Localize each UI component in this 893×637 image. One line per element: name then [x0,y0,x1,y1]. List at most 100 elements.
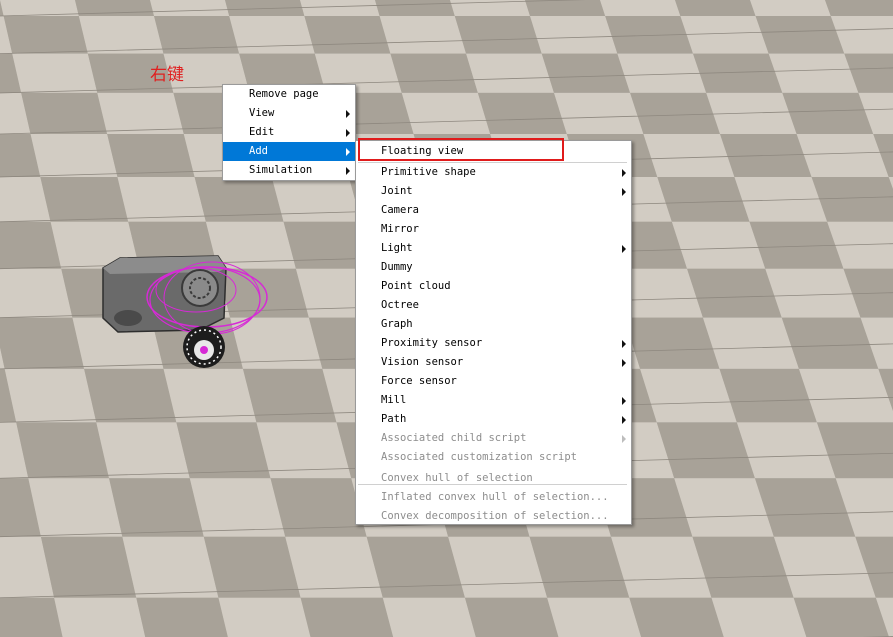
menu-item-simulation[interactable]: Simulation [223,161,355,180]
menu-item-dummy[interactable]: Dummy [356,258,631,277]
floor-tile [117,176,206,222]
floor-tile [304,16,391,54]
floor-tile [401,92,491,135]
right-click-annotation: 右键 [150,65,184,85]
menu-item-convex-hull-of-selection[interactable]: Convex hull of selection [356,469,631,488]
floor-tile [40,536,137,598]
menu-item-camera[interactable]: Camera [356,201,631,220]
menu-item-vision-sensor[interactable]: Vision sensor [356,353,631,372]
menu-item-joint[interactable]: Joint [356,182,631,201]
floor-tile [643,134,735,177]
menu-item-label: Dummy [381,261,413,273]
menu-item-proximity-sensor[interactable]: Proximity sensor [356,334,631,353]
floor-tile [122,536,219,598]
menu-item-view[interactable]: View [223,104,355,123]
floor-tile [189,478,286,537]
menu-item-convex-decomposition-of-selection[interactable]: Convex decomposition of selection... [356,507,631,526]
floor-tile [525,0,606,16]
floor-tile [78,16,164,54]
submenu-arrow-icon [622,435,626,443]
floor-tile [687,268,782,318]
floor-tile [796,134,889,177]
menu-item-add[interactable]: Add [223,142,355,161]
floor-tile [40,176,129,222]
floor-tile [96,422,190,479]
submenu-arrow-icon [622,340,626,348]
submenu-arrow-icon [622,359,626,367]
floor-tile [0,0,79,16]
submenu-arrow-icon [622,397,626,405]
floor-tile [109,478,204,537]
menu-item-force-sensor[interactable]: Force sensor [356,372,631,391]
menu-item-associated-child-script[interactable]: Associated child script [356,429,631,448]
menu-item-remove-page[interactable]: Remove page [223,85,355,104]
floor-tile [12,53,98,93]
floor-tile [782,92,874,135]
submenu-arrow-icon [346,110,350,118]
floor-tile [97,92,184,135]
floor-tile [4,368,97,423]
menu-item-label: Proximity sensor [381,337,483,349]
menu-item-edit[interactable]: Edit [223,123,355,142]
menu-item-octree[interactable]: Octree [356,296,631,315]
floor-tile [390,53,478,93]
floor-tile [203,536,301,598]
floor-tile [0,221,62,269]
highlight-box [358,138,564,161]
floor-tile [477,92,567,135]
menu-item-label: View [249,107,275,119]
floor-tile [150,0,230,16]
menu-item-label: Mill [381,394,407,406]
floor-tile [107,134,195,177]
floor-tile [553,92,644,135]
menu-item-primitive-shape[interactable]: Primitive shape [356,163,631,182]
floor-tile [680,16,769,54]
menu-item-label: Associated customization script [381,451,577,463]
context-menu: Remove page View Edit Add Simulation [222,84,356,181]
floor-tile [454,16,542,54]
floor-tile [28,478,123,537]
submenu-arrow-icon [346,148,350,156]
menu-item-label: Light [381,242,413,254]
floor-tile [768,53,859,93]
menu-item-label: Primitive shape [381,166,476,178]
menu-item-label: Graph [381,318,413,330]
floor-tile [675,0,756,16]
submenu-arrow-icon [346,129,350,137]
menu-item-mirror[interactable]: Mirror [356,220,631,239]
menu-item-label: Inflated convex hull of selection... [381,491,609,503]
menu-item-path[interactable]: Path [356,410,631,429]
menu-item-light[interactable]: Light [356,239,631,258]
floor-tile [657,176,750,222]
floor-tile [466,53,554,93]
menu-item-label: Mirror [381,223,419,235]
floor-tile [624,317,720,369]
floor-tile [30,134,118,177]
floor-tile [749,0,831,16]
menu-item-label: Add [249,145,268,157]
menu-item-associated-customization-script[interactable]: Associated customization script [356,448,631,467]
menu-item-label: Path [381,413,407,425]
floor-tile [529,16,618,54]
menu-item-label: Vision sensor [381,356,464,368]
floor-tile [136,597,228,637]
floor-tile [84,368,177,423]
menu-item-label: Octree [381,299,419,311]
menu-item-label: Joint [381,185,413,197]
floor-tile [176,422,271,479]
floor-tile [541,53,631,93]
menu-item-inflated-convex-hull-of-selection[interactable]: Inflated convex hull of selection... [356,488,631,507]
menu-item-mill[interactable]: Mill [356,391,631,410]
menu-separator [358,162,627,163]
menu-item-graph[interactable]: Graph [356,315,631,334]
floor-tile [229,16,315,54]
menu-item-label: Convex decomposition of selection... [381,510,609,522]
floor-tile [379,16,467,54]
menu-item-label: Simulation [249,164,313,176]
menu-item-label: Force sensor [381,375,457,387]
floor-tile [0,317,85,369]
floor-tile [374,0,455,16]
floor-tile [21,92,108,135]
menu-item-point-cloud[interactable]: Point cloud [356,277,631,296]
submenu-arrow-icon [622,169,626,177]
